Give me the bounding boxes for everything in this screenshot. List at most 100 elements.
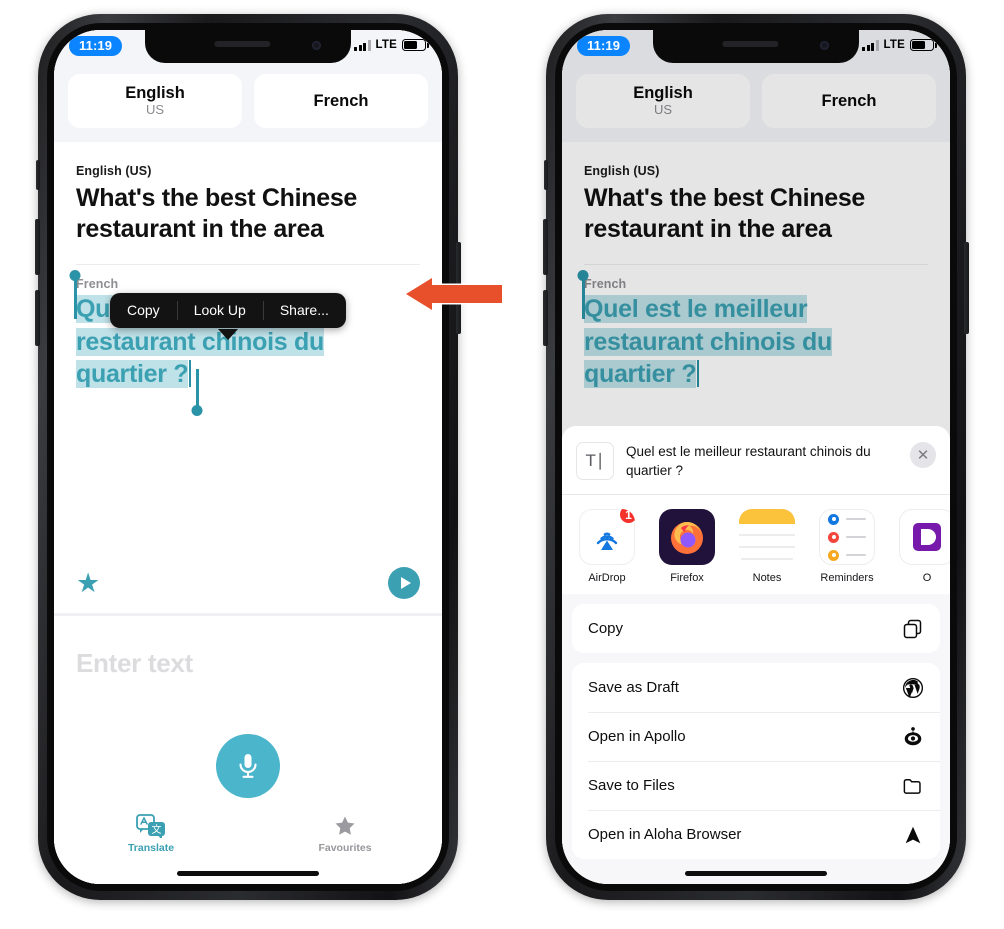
- front-camera: [312, 41, 321, 50]
- volume-down-button[interactable]: [35, 290, 40, 346]
- translation-action-row: ★: [76, 567, 420, 599]
- microphone-icon: [239, 754, 257, 778]
- share-action-copy[interactable]: Copy: [572, 604, 940, 653]
- folder-icon: [902, 775, 924, 797]
- phone-right: English US French English (US) What's th…: [543, 14, 969, 900]
- phone-left: English US French English (US) What's th…: [35, 14, 504, 900]
- source-language-button[interactable]: English US: [68, 74, 242, 128]
- aloha-icon: [902, 824, 924, 846]
- context-menu-pointer: [218, 329, 238, 340]
- svg-text:文: 文: [152, 823, 162, 836]
- share-app-notes[interactable]: Notes: [736, 509, 798, 584]
- volume-up-button[interactable]: [35, 219, 40, 275]
- share-action-open-in-apollo[interactable]: Open in Apollo: [572, 712, 940, 761]
- share-action-copy-label: Copy: [588, 620, 624, 638]
- share-action-list: Copy Save as Draft Open in Apollo Save t…: [572, 604, 940, 860]
- share-action-open-in-aloha-browser-label: Open in Aloha Browser: [588, 826, 742, 844]
- target-language-button[interactable]: French: [254, 74, 428, 128]
- phone-screen-left: English US French English (US) What's th…: [54, 30, 442, 884]
- share-preview-header: T∣ Quel est le meilleur restaurant chino…: [562, 426, 950, 495]
- share-app-reminders[interactable]: Reminders: [816, 509, 878, 584]
- firefox-icon: [659, 509, 715, 566]
- share-app-notes-label: Notes: [752, 572, 782, 585]
- text-document-icon: T∣: [576, 442, 614, 480]
- source-text[interactable]: What's the best Chinese restaurant in th…: [76, 183, 420, 244]
- home-indicator[interactable]: [685, 871, 827, 876]
- battery-icon: [402, 39, 429, 51]
- share-action-open-in-apollo-label: Open in Apollo: [588, 728, 686, 746]
- apollo-icon: [902, 726, 924, 748]
- selection-handle-end[interactable]: [196, 368, 199, 407]
- share-preview-title: Quel est le meilleur restaurant chinois …: [626, 444, 871, 478]
- status-clock: 11:19: [69, 36, 123, 56]
- context-menu-look-up[interactable]: Look Up: [176, 293, 263, 328]
- share-app-reminders-label: Reminders: [820, 572, 874, 585]
- share-app-firefox[interactable]: Firefox: [656, 509, 718, 584]
- close-icon[interactable]: ✕: [910, 442, 936, 468]
- volume-down-button[interactable]: [543, 290, 548, 346]
- status-indicators: LTE: [862, 39, 937, 51]
- signal-bars-icon: [862, 39, 879, 51]
- target-label: French: [76, 277, 119, 291]
- network-type-label: LTE: [883, 39, 905, 51]
- tab-favourites-label: Favourites: [318, 842, 372, 854]
- network-type-label: LTE: [375, 39, 397, 51]
- phone-screen-right: English US French English (US) What's th…: [562, 30, 950, 884]
- share-app-firefox-label: Firefox: [670, 572, 704, 585]
- share-sheet: T∣ Quel est le meilleur restaurant chino…: [562, 426, 950, 884]
- share-action-save-to-files[interactable]: Save to Files: [572, 761, 940, 810]
- share-app-airdrop-label: AirDrop: [588, 572, 626, 585]
- wordpress-icon: [902, 677, 924, 699]
- share-action-save-as-draft-label: Save as Draft: [588, 679, 679, 697]
- silent-switch[interactable]: [544, 160, 548, 190]
- share-action-save-as-draft[interactable]: Save as Draft: [572, 663, 940, 712]
- signal-bars-icon: [354, 39, 371, 51]
- status-indicators: LTE: [354, 39, 429, 51]
- reminders-icon: [819, 509, 875, 566]
- volume-up-button[interactable]: [543, 219, 548, 275]
- earpiece-speaker: [722, 41, 779, 47]
- selection-handle-start[interactable]: [74, 279, 77, 319]
- notes-icon: [739, 509, 795, 566]
- favourite-star-icon[interactable]: ★: [76, 569, 100, 597]
- play-icon: [400, 577, 411, 589]
- translation-content: English (US) What's the best Chinese res…: [54, 142, 442, 613]
- source-language-name: English: [125, 84, 185, 103]
- text-context-menu: Copy Look Up Share...: [110, 293, 346, 340]
- share-app-airdrop[interactable]: 1 AirDrop: [576, 509, 638, 584]
- notch: [145, 30, 351, 63]
- enter-text-placeholder: Enter text: [76, 648, 193, 678]
- home-indicator[interactable]: [177, 871, 319, 876]
- source-label: English (US): [76, 164, 152, 178]
- front-camera: [820, 41, 829, 50]
- tab-translate-label: Translate: [127, 842, 175, 854]
- copy-icon: [902, 618, 924, 640]
- translate-app: English US French English (US) What's th…: [54, 30, 442, 884]
- share-action-save-to-files-label: Save to Files: [588, 777, 675, 795]
- play-audio-button[interactable]: [388, 567, 420, 599]
- share-app-onedrive[interactable]: O: [896, 509, 950, 584]
- content-divider: [76, 264, 420, 265]
- translate-icon: 文: [136, 814, 165, 838]
- text-caret: [189, 360, 192, 387]
- earpiece-speaker: [214, 41, 271, 47]
- share-apps-row: 1 AirDrop Firefox Notes Reminders O: [562, 495, 950, 595]
- context-menu-copy[interactable]: Copy: [110, 293, 177, 328]
- target-language-name: French: [313, 91, 369, 110]
- source-language-region: US: [145, 101, 165, 117]
- tab-bar: 文 Translate Favourites: [54, 806, 442, 884]
- annotation-arrow-icon: [404, 276, 504, 312]
- silent-switch[interactable]: [36, 160, 40, 190]
- power-button[interactable]: [964, 242, 969, 334]
- battery-icon: [910, 39, 937, 51]
- notch: [653, 30, 859, 63]
- share-app-onedrive-label: O: [922, 572, 932, 585]
- share-action-group-primary: Copy: [572, 604, 940, 654]
- context-menu-share[interactable]: Share...: [262, 293, 346, 328]
- microphone-button[interactable]: [216, 734, 280, 798]
- status-clock: 11:19: [577, 36, 631, 56]
- airdrop-icon: 1: [579, 509, 635, 566]
- share-action-group-secondary: Save as Draft Open in Apollo Save to Fil…: [572, 663, 940, 860]
- share-action-open-in-aloha-browser[interactable]: Open in Aloha Browser: [572, 810, 940, 859]
- onedrive-icon: [899, 509, 950, 566]
